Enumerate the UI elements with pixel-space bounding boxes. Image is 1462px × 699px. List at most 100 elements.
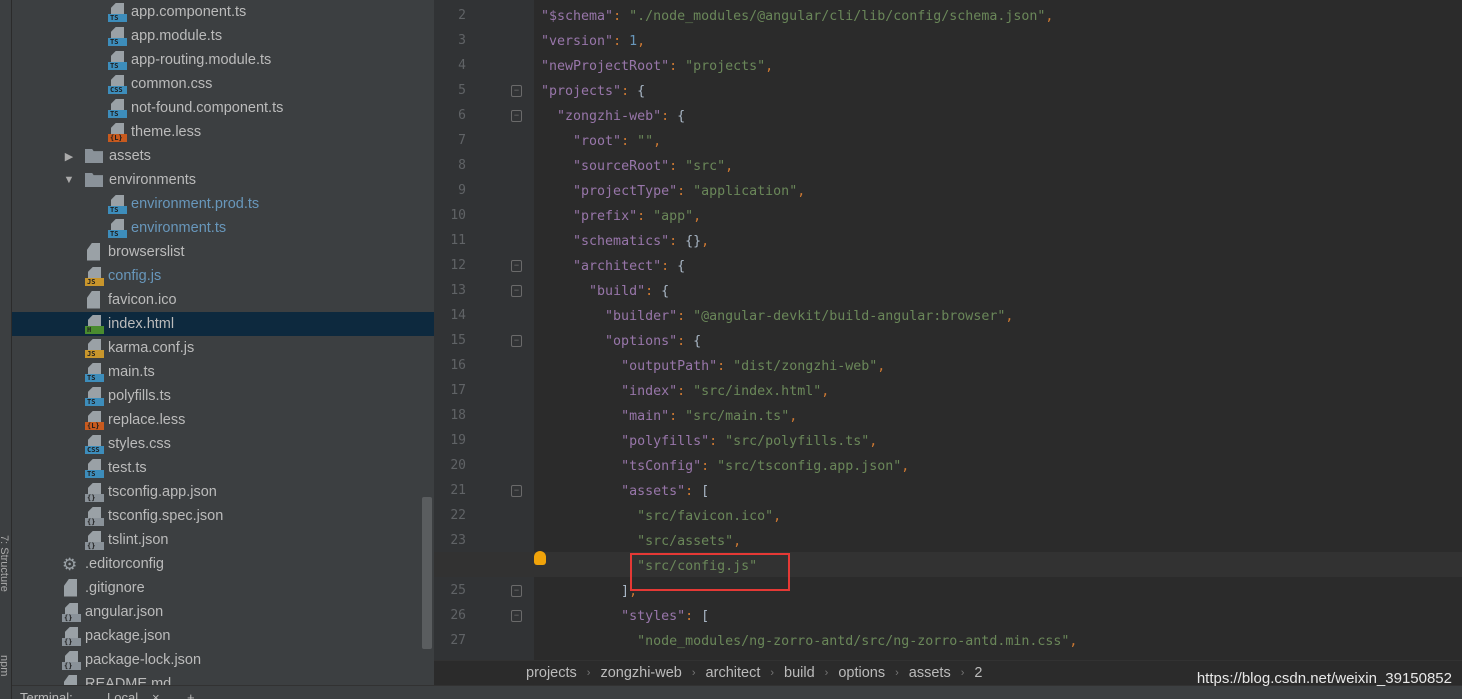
collapse-arrow-icon[interactable]: ▶ <box>62 150 76 163</box>
breadcrumb-item[interactable]: assets <box>909 665 951 681</box>
tree-item[interactable]: CSS common.css <box>12 72 434 96</box>
tree-item[interactable]: TS test.ts <box>12 456 434 480</box>
close-tab-icon[interactable]: × <box>152 690 160 699</box>
tree-item[interactable]: browserslist <box>12 240 434 264</box>
tree-item[interactable]: ▶ assets <box>12 144 434 168</box>
fold-marker-icon[interactable]: − <box>511 485 522 497</box>
fold-marker-icon[interactable]: − <box>511 610 522 622</box>
code-line: "index": "src/index.html", <box>541 379 829 404</box>
code-token: "node_modules/ng-zorro-antd/src/ng-zorro… <box>637 634 1070 649</box>
fold-marker-icon[interactable]: − <box>511 260 522 272</box>
tree-item[interactable]: TS environment.ts <box>12 216 434 240</box>
tree-item[interactable]: {} angular.json <box>12 600 434 624</box>
breadcrumb-item[interactable]: options <box>838 665 885 681</box>
code-editor[interactable]: 2 3 4 5−6−7 8 9 10 11 12−13−14 15−16 17 18 19 20 21−22… <box>434 0 1462 660</box>
expand-arrow-icon[interactable]: ▼ <box>62 174 76 186</box>
tree-item[interactable]: {} tslint.json <box>12 528 434 552</box>
code-token: : <box>669 59 686 74</box>
code-token: "styles" <box>621 609 686 624</box>
code-token: "architect" <box>573 259 662 274</box>
fold-marker-icon[interactable]: − <box>511 335 522 347</box>
tree-item[interactable]: {L} replace.less <box>12 408 434 432</box>
tree-item[interactable]: favicon.ico <box>12 288 434 312</box>
breadcrumb-item[interactable]: 2 <box>974 665 982 681</box>
file-type-badge: TS <box>108 229 127 238</box>
tree-item[interactable]: Hindex.html <box>12 312 434 336</box>
code-token: : <box>685 609 702 624</box>
code-token: , <box>1045 9 1054 24</box>
file-type-badge: {} <box>62 613 81 622</box>
breadcrumb-item[interactable]: projects <box>526 665 577 681</box>
code-token: "root" <box>573 134 622 149</box>
fold-marker-icon[interactable]: − <box>511 110 522 122</box>
tree-item-label: app.component.ts <box>131 4 247 20</box>
code-token: , <box>773 509 782 524</box>
tree-item[interactable]: TS environment.prod.ts <box>12 192 434 216</box>
fold-marker-icon[interactable]: − <box>511 585 522 597</box>
code-token: : <box>677 309 694 324</box>
code-token: , <box>789 409 798 424</box>
tree-item[interactable]: {} package-lock.json <box>12 648 434 672</box>
image-file-icon <box>85 290 104 310</box>
npm-tool-tab[interactable]: npm <box>0 655 10 676</box>
code-token: , <box>765 59 774 74</box>
add-terminal-button[interactable]: + <box>187 690 195 699</box>
file-type-badge: CSS <box>85 445 104 454</box>
code-token: "src/assets" <box>637 534 734 549</box>
tree-item[interactable]: ⚙ .editorconfig <box>12 552 434 576</box>
tree-item[interactable]: TS polyfills.ts <box>12 384 434 408</box>
tree-item[interactable]: {} package.json <box>12 624 434 648</box>
code-token: { <box>677 259 686 274</box>
file-page-shape <box>64 578 77 597</box>
breadcrumb-separator-icon: › <box>960 667 965 679</box>
tree-item[interactable]: TS app.module.ts <box>12 24 434 48</box>
file-type-badge: {} <box>85 541 104 550</box>
tree-item[interactable]: {L} theme.less <box>12 120 434 144</box>
tree-item-label: environment.ts <box>131 220 227 236</box>
tree-item[interactable]: TS app-routing.module.ts <box>12 48 434 72</box>
line-number: 18 <box>450 408 466 423</box>
breadcrumb-item[interactable]: architect <box>706 665 761 681</box>
fold-marker-icon[interactable]: − <box>511 285 522 297</box>
code-line: "tsConfig": "src/tsconfig.app.json", <box>541 454 909 479</box>
tree-item-label: index.html <box>108 316 175 332</box>
code-token: "projects" <box>685 59 766 74</box>
line-number: 21 <box>450 483 466 498</box>
less-file-icon: {L} <box>108 122 127 142</box>
line-number: 23 <box>450 533 466 548</box>
project-tree-scrollbar[interactable] <box>422 497 432 649</box>
tree-item[interactable]: CSS styles.css <box>12 432 434 456</box>
code-line: "builder": "@angular-devkit/build-angula… <box>541 304 1013 329</box>
tree-item[interactable]: {} tsconfig.app.json <box>12 480 434 504</box>
tree-item[interactable]: README.md <box>12 672 434 685</box>
tree-item[interactable]: JS config.js <box>12 264 434 288</box>
tree-item[interactable]: TS not-found.component.ts <box>12 96 434 120</box>
tree-item[interactable]: {} tsconfig.spec.json <box>12 504 434 528</box>
terminal-tab-local[interactable]: Local <box>107 690 138 699</box>
fold-marker-icon[interactable]: − <box>511 85 522 97</box>
code-line: "schematics": {}, <box>541 229 709 254</box>
tree-item[interactable]: ▼ environments <box>12 168 434 192</box>
tree-item-label: angular.json <box>85 604 164 620</box>
breadcrumb-item[interactable]: build <box>784 665 815 681</box>
tree-item[interactable]: JS karma.conf.js <box>12 336 434 360</box>
tree-item-label: tsconfig.spec.json <box>108 508 224 524</box>
tree-item[interactable]: TS app.component.ts <box>12 0 434 24</box>
tree-item[interactable]: .gitignore <box>12 576 434 600</box>
structure-tool-tab[interactable]: 7: Structure <box>0 535 10 592</box>
file-type-badge: TS <box>108 13 127 22</box>
code-token: "src/polyfills.ts" <box>725 434 870 449</box>
breadcrumb-item[interactable]: zongzhi-web <box>600 665 681 681</box>
code-line: "styles": [ <box>541 604 709 629</box>
folder-icon <box>85 173 103 187</box>
tree-item[interactable]: TS main.ts <box>12 360 434 384</box>
code-line: "polyfills": "src/polyfills.ts", <box>541 429 877 454</box>
code-token: : <box>669 409 686 424</box>
gear-icon: ⚙ <box>62 554 78 574</box>
code-token: "./node_modules/@angular/cli/lib/config/… <box>629 9 1046 24</box>
